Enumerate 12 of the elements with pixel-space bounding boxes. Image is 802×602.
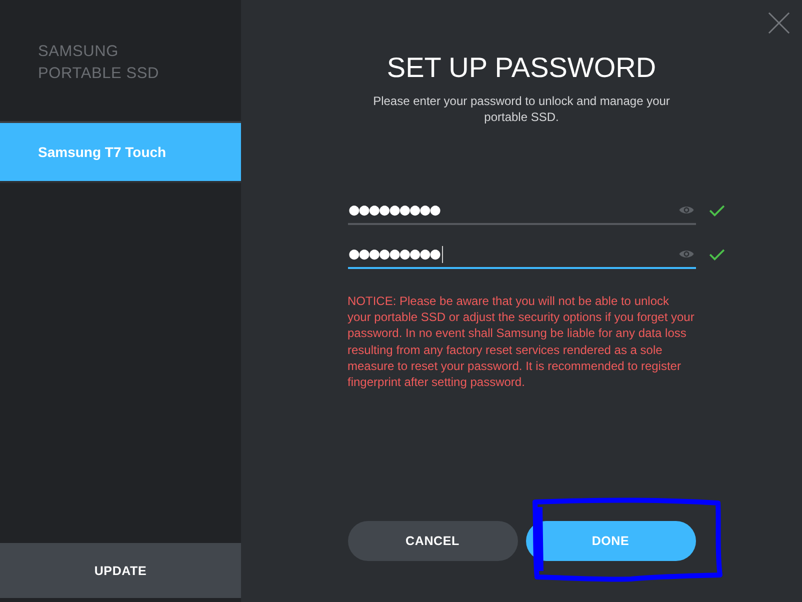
update-button[interactable]: UPDATE [0, 543, 241, 598]
dialog-subtitle: Please enter your password to unlock and manage your portable SSD. [372, 93, 671, 125]
notice-text: NOTICE: Please be aware that you will not be able to unlock your portable SSD or adjust the security options if you forget your password. In no event shall Samsung be liable for any data loss resulting from any factory reset services rendered as a sole measure to reset your password. It is recommended to register fingerprint after setting password. [348, 293, 696, 390]
cancel-button[interactable]: CANCEL [348, 521, 518, 561]
password-field[interactable]: ●●●●●●●●● [348, 197, 696, 225]
brand-logo-text: SAMSUNG PORTABLE SSD [37, 42, 160, 84]
eye-icon[interactable] [678, 205, 694, 215]
password-field[interactable]: ●●●●●●●●● [348, 241, 696, 269]
text-cursor-icon [442, 246, 443, 262]
eye-icon[interactable] [678, 249, 694, 259]
dialog-title: SET UP PASSWORD [386, 51, 656, 85]
close-icon[interactable] [768, 12, 790, 34]
